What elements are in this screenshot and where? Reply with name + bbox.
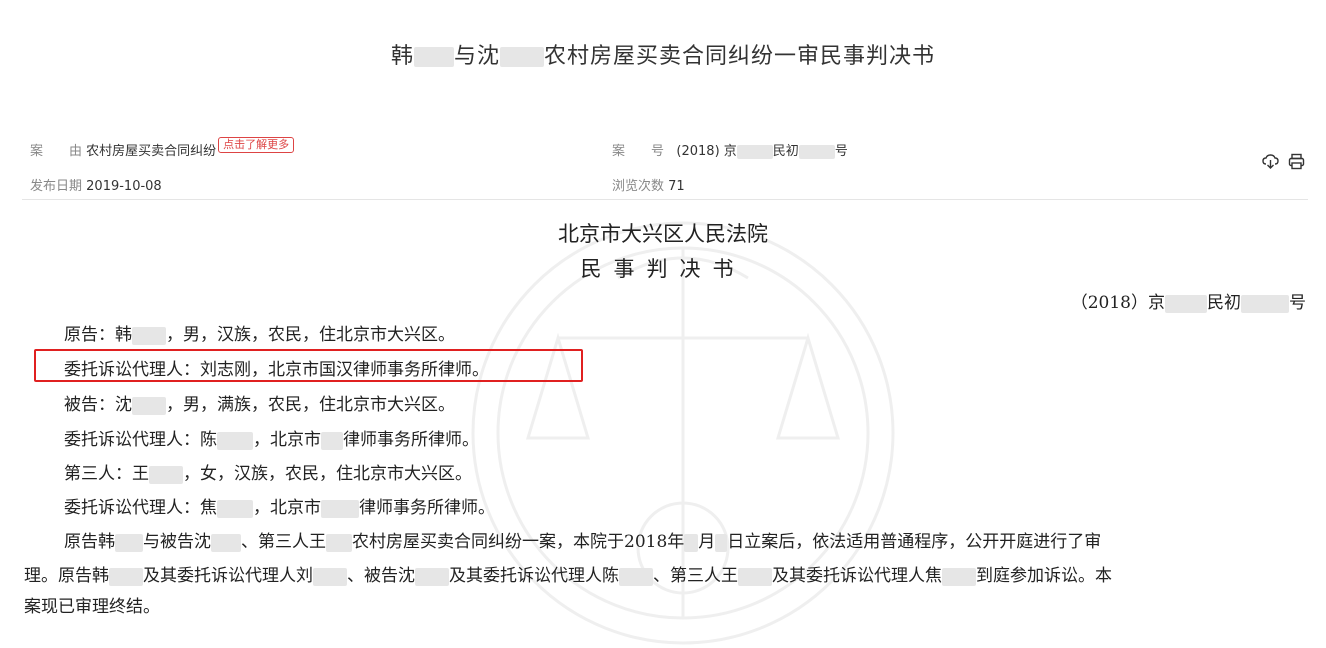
case-number: 案 号 (2018) 京民初号: [612, 144, 848, 159]
publish-date: 发布日期 2019-10-08: [30, 179, 162, 194]
case-paragraph-line-2: 理。原告韩 及其委托诉讼代理人刘 、被告沈 及其委托诉讼代理人陈 、第三人王 及其委托诉讼…: [24, 566, 1112, 586]
defendant-agent-line: 委托诉讼代理人：陈 ，北京市 律师事务所律师。: [64, 430, 479, 450]
document-type: 民事判决书: [580, 257, 746, 281]
header-divider: [22, 199, 1308, 200]
cause-of-action: 案 由 农村房屋买卖合同纠纷 点击了解更多: [30, 137, 295, 160]
third-party-agent-line: 委托诉讼代理人：焦 ，北京市 律师事务所律师。: [64, 498, 495, 518]
action-icons: [1262, 153, 1309, 174]
cause-of-action-value: 农村房屋买卖合同纠纷: [86, 144, 217, 159]
print-icon[interactable]: [1288, 153, 1305, 174]
third-party-line: 第三人：王 ，女，汉族，农民，住北京市大兴区。: [64, 464, 472, 484]
highlight-box: [34, 349, 583, 382]
learn-more-tag[interactable]: 点击了解更多: [218, 137, 295, 153]
defendant-line: 被告：沈 ，男，满族，农民，住北京市大兴区。: [64, 395, 455, 415]
document-case-number: （2018）京 民初号: [1070, 293, 1306, 313]
plaintiff-line: 原告：韩 ，男，汉族，农民，住北京市大兴区。: [64, 325, 455, 345]
view-count: 浏览次数 71: [612, 179, 685, 194]
court-name: 北京市大兴区人民法院: [558, 222, 768, 246]
download-icon[interactable]: [1262, 154, 1284, 174]
case-paragraph-line-3: 案现已审理终结。: [24, 597, 160, 617]
page-title: 韩与沈 农村房屋买卖合同纠纷一审民事判决书: [390, 44, 936, 69]
case-paragraph-line-1: 原告韩 与被告沈 、第三人王 农村房屋买卖合同纠纷一案，本院于2018年月日立案后，依…: [64, 532, 1102, 552]
